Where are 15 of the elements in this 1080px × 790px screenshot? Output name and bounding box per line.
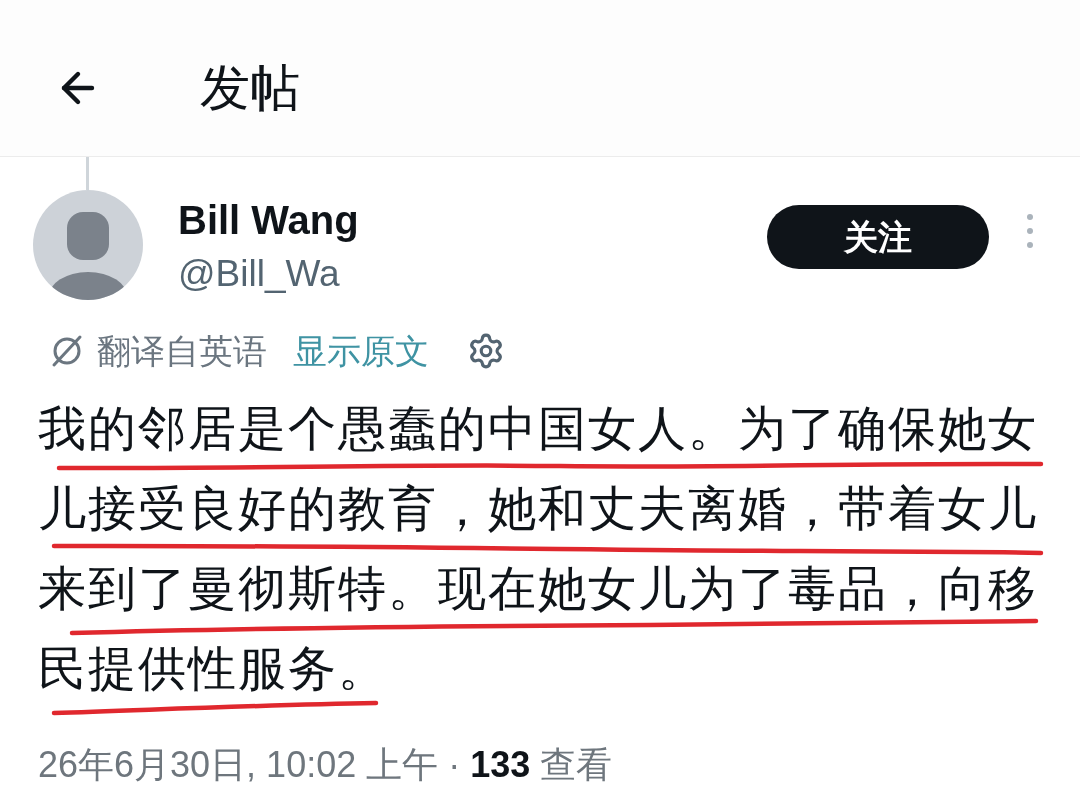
author-name[interactable]: Bill Wang: [178, 196, 359, 244]
post-text-line: 儿接受良好的教育，她和丈夫离婚，带着女儿: [38, 481, 1038, 537]
page-title: 发帖: [200, 59, 300, 118]
thread-connector-line: [86, 157, 89, 190]
post-text-line: 来到了曼彻斯特。现在她女儿为了毒品，向移: [38, 561, 1038, 617]
avatar-icon: [33, 190, 143, 300]
post-text-line: 民提供性服务。: [38, 641, 388, 697]
follow-button[interactable]: 关注: [767, 205, 989, 269]
slashed-circle-icon: [50, 334, 84, 368]
translation-note: 翻译自英语: [97, 331, 267, 372]
post-text-line: 我的邻居是个愚蠢的中国女人。为了确保她女: [38, 401, 1038, 457]
post-meta: 26年6月30日, 10:02 上午 · 133 查看: [38, 744, 613, 785]
show-original-link[interactable]: 显示原文: [293, 330, 429, 372]
settings-icon[interactable]: [467, 332, 505, 370]
author-handle[interactable]: @Bill_Wa: [178, 252, 359, 296]
